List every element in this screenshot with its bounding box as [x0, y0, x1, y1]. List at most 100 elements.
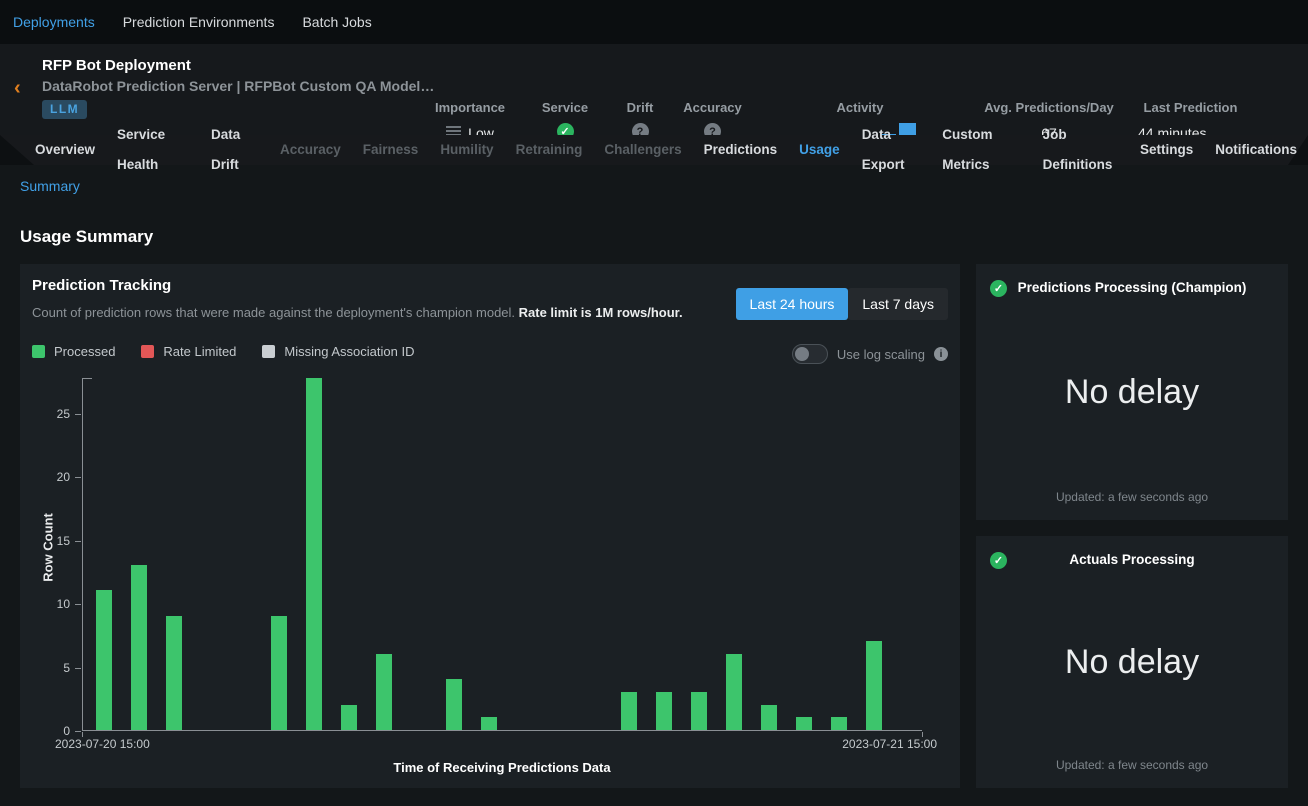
- last-prediction-label: Last Prediction: [1144, 100, 1238, 115]
- legend-label-rate-limited: Rate Limited: [163, 344, 236, 359]
- legend-item-missing-association-id[interactable]: Missing Association ID: [262, 344, 414, 359]
- y-tick-mark-20: [75, 477, 81, 478]
- chart-bar-h2: [166, 616, 182, 730]
- back-chevron-icon[interactable]: ‹: [14, 78, 21, 98]
- chart-bar-h7: [341, 705, 357, 730]
- nav-item-prediction-environments[interactable]: Prediction Environments: [123, 14, 275, 30]
- legend-label-processed: Processed: [54, 344, 115, 359]
- chart-bar-h5: [271, 616, 287, 730]
- breadcrumb-summary-link[interactable]: Summary: [20, 178, 80, 194]
- chart-bar-h20: [796, 717, 812, 730]
- log-scaling-toggle[interactable]: [792, 344, 828, 364]
- metric-activity-label: Activity: [837, 100, 884, 115]
- range-button-last-24-hours[interactable]: Last 24 hours: [736, 288, 849, 320]
- metric-drift: Drift ?: [615, 100, 665, 140]
- chart-bar-h16: [656, 692, 672, 730]
- actuals-processing-panel-header: ✓Actuals Processing: [976, 536, 1288, 567]
- actuals-processing-panel-title: Actuals Processing: [976, 552, 1288, 567]
- chart-bar-h8: [376, 654, 392, 730]
- chart-bar-h11: [481, 717, 497, 730]
- tab-fairness: Fairness: [352, 135, 430, 165]
- legend-item-rate-limited[interactable]: Rate Limited: [141, 344, 236, 359]
- y-tick-label-5: 5: [36, 661, 70, 675]
- tab-accuracy: Accuracy: [269, 135, 352, 165]
- plot-area: [82, 378, 922, 731]
- predictions-processing-panel: ✓Predictions Processing (Champion)No del…: [976, 264, 1288, 520]
- y-tick-label-25: 25: [36, 407, 70, 421]
- legend-label-missing-association-id: Missing Association ID: [284, 344, 414, 359]
- tab-retraining: Retraining: [505, 135, 594, 165]
- nav-item-deployments[interactable]: Deployments: [13, 14, 95, 30]
- chart-bar-h19: [761, 705, 777, 730]
- tab-overview[interactable]: Overview: [24, 135, 106, 165]
- page-title: Usage Summary: [20, 227, 153, 247]
- legend-swatch-rate-limited: [141, 345, 154, 358]
- chart-bar-h1: [131, 565, 147, 730]
- predictions-processing-panel-status-check-icon: ✓: [990, 280, 1007, 297]
- tab-usage[interactable]: Usage: [788, 135, 851, 165]
- y-tick-mark-10: [75, 604, 81, 605]
- prediction-tracking-panel: Prediction Tracking Count of prediction …: [20, 264, 960, 788]
- avg-predictions-label: Avg. Predictions/Day: [984, 100, 1114, 115]
- y-tick-mark-25: [75, 414, 81, 415]
- deployment-tab-bar: OverviewService HealthData DriftAccuracy…: [0, 135, 1308, 165]
- x-axis-start-label: 2023-07-20 15:00: [55, 737, 150, 751]
- y-tick-label-0: 0: [36, 724, 70, 738]
- tab-challengers: Challengers: [593, 135, 692, 165]
- description-text: Count of prediction rows that were made …: [32, 305, 519, 320]
- y-tick-mark-0: [75, 731, 81, 732]
- rate-limit-text: Rate limit is 1M rows/hour.: [519, 305, 683, 320]
- metric-accuracy-label: Accuracy: [683, 100, 742, 115]
- chart-bar-h10: [446, 679, 462, 730]
- tab-data-drift[interactable]: Data Drift: [200, 120, 269, 180]
- top-nav: Deployments Prediction Environments Batch …: [0, 0, 1308, 44]
- chart-bar-h18: [726, 654, 742, 730]
- y-tick-label-15: 15: [36, 534, 70, 548]
- tab-notifications[interactable]: Notifications: [1204, 135, 1308, 165]
- legend-swatch-processed: [32, 345, 45, 358]
- info-icon[interactable]: i: [934, 347, 948, 361]
- legend-swatch-missing-association-id: [262, 345, 275, 358]
- deployment-title: RFP Bot Deployment: [42, 57, 434, 74]
- tab-data-export[interactable]: Data Export: [851, 120, 932, 180]
- y-tick-mark-15: [75, 541, 81, 542]
- metric-drift-label: Drift: [627, 100, 654, 115]
- actuals-processing-panel-value: No delay: [976, 567, 1288, 758]
- tab-job-definitions[interactable]: Job Definitions: [1032, 120, 1129, 180]
- range-button-last-7-days[interactable]: Last 7 days: [848, 288, 948, 320]
- x-axis-title: Time of Receiving Predictions Data: [82, 760, 922, 775]
- y-tick-mark-5: [75, 668, 81, 669]
- time-range-button-group: Last 24 hoursLast 7 days: [736, 288, 948, 320]
- metric-importance-label: Importance: [435, 100, 505, 115]
- predictions-processing-panel-header: ✓Predictions Processing (Champion): [976, 264, 1288, 295]
- legend-item-processed[interactable]: Processed: [32, 344, 115, 359]
- tracking-panel-title: Prediction Tracking: [32, 277, 171, 294]
- app-root: Deployments Prediction Environments Batch …: [0, 0, 1308, 806]
- chart-bar-h17: [691, 692, 707, 730]
- chart-bar-h6: [306, 378, 322, 730]
- log-scaling-row: Use log scaling i: [792, 344, 948, 364]
- tracking-panel-description: Count of prediction rows that were made …: [32, 305, 683, 320]
- y-tick-label-20: 20: [36, 470, 70, 484]
- log-scaling-label: Use log scaling: [837, 347, 925, 362]
- toggle-knob: [795, 347, 809, 361]
- y-tick-label-10: 10: [36, 597, 70, 611]
- x-axis-end-label: 2023-07-21 15:00: [842, 737, 937, 751]
- metric-service-label: Service: [542, 100, 588, 115]
- predictions-processing-panel-updated: Updated: a few seconds ago: [976, 490, 1288, 520]
- predictions-processing-panel-title: Predictions Processing (Champion): [976, 280, 1288, 295]
- tab-custom-metrics[interactable]: Custom Metrics: [931, 120, 1031, 180]
- nav-item-batch-jobs[interactable]: Batch Jobs: [302, 14, 371, 30]
- actuals-processing-panel-updated: Updated: a few seconds ago: [976, 758, 1288, 788]
- chart-bar-h21: [831, 717, 847, 730]
- predictions-processing-panel-value: No delay: [976, 295, 1288, 490]
- tab-predictions[interactable]: Predictions: [693, 135, 789, 165]
- actuals-processing-panel-status-check-icon: ✓: [990, 552, 1007, 569]
- tab-humility: Humility: [429, 135, 504, 165]
- chart-bar-h15: [621, 692, 637, 730]
- deployment-titles: RFP Bot Deployment DataRobot Prediction …: [42, 57, 434, 119]
- tab-service-health[interactable]: Service Health: [106, 120, 200, 180]
- chart-bar-h22: [866, 641, 882, 730]
- chart-legend: Processed Rate Limited Missing Association…: [32, 344, 414, 359]
- tab-settings[interactable]: Settings: [1129, 135, 1204, 165]
